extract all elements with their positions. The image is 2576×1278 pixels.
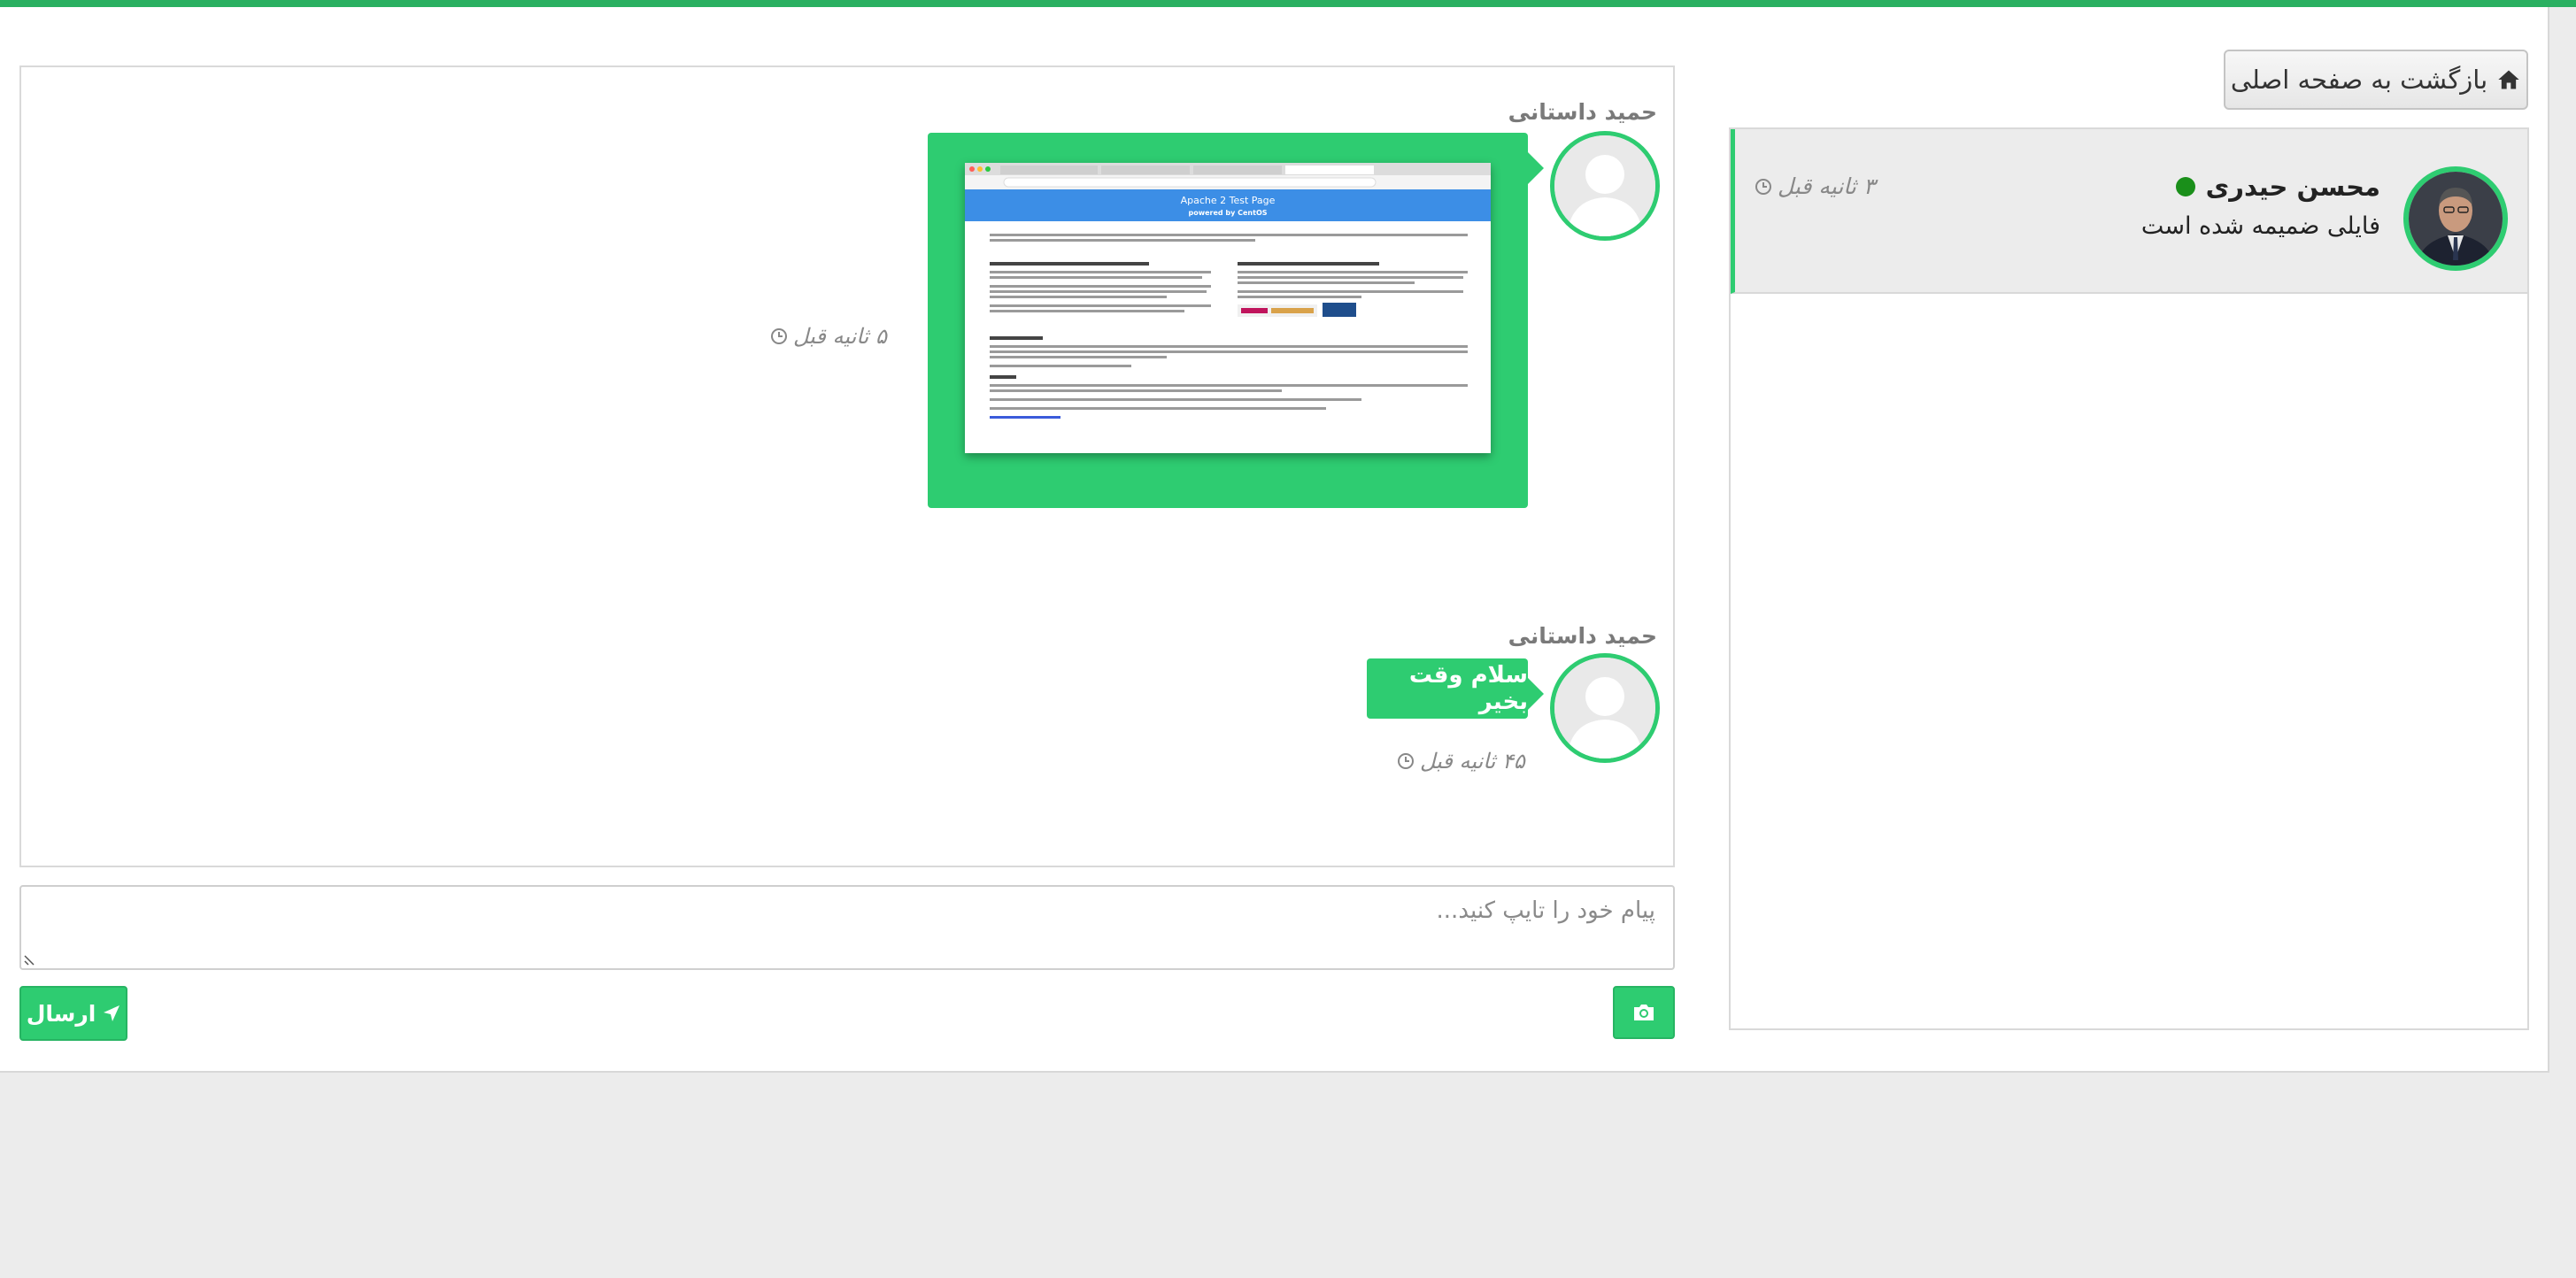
message-time-text: ۴۵ ثانیه قبل <box>1420 749 1525 774</box>
contact-name: محسن حیدری <box>2205 172 2380 202</box>
message-input[interactable] <box>21 887 1673 968</box>
message-sender: حمید داستانی <box>1508 623 1657 649</box>
contact-avatar <box>2403 166 2508 271</box>
chat-panel: بازگشت به صفحه اصلی محسن حیدری فایلی ضمی… <box>0 7 2549 1073</box>
message-time-text: ۵ ثانیه قبل <box>793 324 887 349</box>
message-sender: حمید داستانی <box>1508 99 1657 125</box>
message-area: حمید داستانی Apache 2 Test Page powered … <box>19 65 1675 867</box>
contact-last-message: فایلی ضمیمه شده است <box>2140 212 2380 240</box>
top-accent-bar <box>0 0 2576 7</box>
send-button[interactable]: ارسال <box>19 986 127 1041</box>
contact-item[interactable]: محسن حیدری فایلی ضمیمه شده است ۳ ثانیه ق… <box>1731 129 2527 294</box>
image-message-bubble[interactable]: Apache 2 Test Page powered by CentOS <box>928 133 1544 508</box>
attached-screenshot[interactable]: Apache 2 Test Page powered by CentOS <box>965 163 1491 453</box>
text-message-bubble[interactable]: سلام وقت بخیر <box>1367 658 1544 719</box>
home-icon <box>2498 70 2519 89</box>
message-time: ۵ ثانیه قبل <box>770 324 887 349</box>
clock-icon <box>1755 178 1771 195</box>
sender-avatar <box>1550 131 1660 241</box>
send-button-label: ارسال <box>26 1000 96 1027</box>
clock-icon <box>771 328 787 344</box>
apache-test-page-image: Apache 2 Test Page powered by CentOS <box>965 163 1491 453</box>
back-to-home-button[interactable]: بازگشت به صفحه اصلی <box>2224 50 2528 110</box>
message-composer <box>19 885 1675 970</box>
contact-name-row: محسن حیدری <box>2175 172 2380 202</box>
contact-list: محسن حیدری فایلی ضمیمه شده است ۳ ثانیه ق… <box>1729 127 2529 1030</box>
message-text: سلام وقت بخیر <box>1408 662 1528 715</box>
apache-page-title: Apache 2 Test Page <box>1181 195 1276 206</box>
camera-icon <box>1634 1005 1654 1020</box>
paper-plane-icon <box>104 1005 120 1021</box>
resize-handle-icon[interactable] <box>23 951 39 966</box>
sender-avatar <box>1550 653 1660 763</box>
back-button-label: بازگشت به صفحه اصلی <box>2230 65 2488 95</box>
online-status-icon <box>2175 177 2195 196</box>
message-time: ۴۵ ثانیه قبل <box>1397 749 1525 774</box>
clock-icon <box>1398 753 1414 769</box>
contact-time-text: ۳ ثانیه قبل <box>1778 173 1876 199</box>
apache-page-subtitle: powered by CentOS <box>1188 209 1267 217</box>
contact-time: ۳ ثانیه قبل <box>1755 173 1875 199</box>
attach-photo-button[interactable] <box>1613 986 1675 1039</box>
